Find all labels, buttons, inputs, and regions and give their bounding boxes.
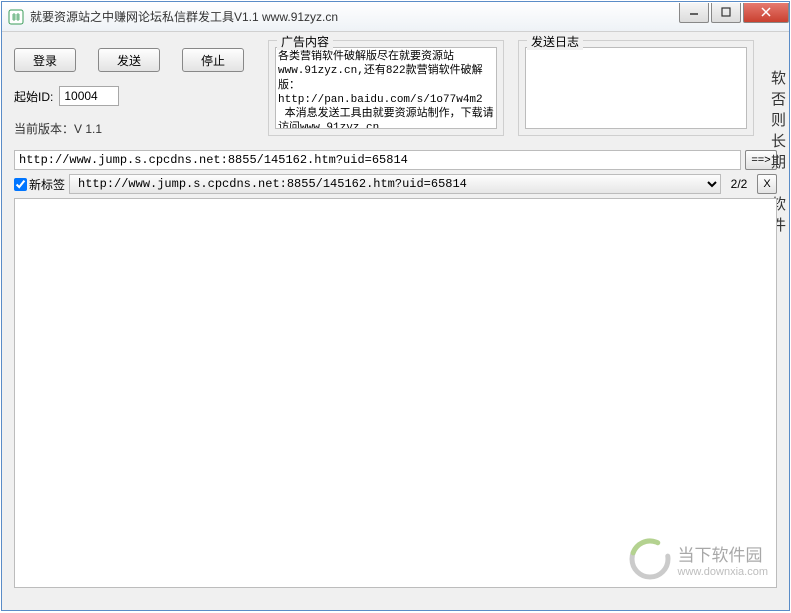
url-bar-row: ==> xyxy=(14,150,777,170)
send-button[interactable]: 发送 xyxy=(98,48,160,72)
top-panel: 登录 发送 停止 起始ID: 当前版本：V 1.1 广告内容 各类营销软件破解版… xyxy=(14,40,777,142)
version-label: 当前版本：V 1.1 xyxy=(14,120,254,137)
watermark-name: 当下软件园 xyxy=(678,541,768,566)
minimize-button[interactable] xyxy=(679,3,709,23)
browser-viewport[interactable]: 当下软件园 www.downxia.com xyxy=(14,198,777,588)
window-controls xyxy=(679,3,789,23)
new-tab-label: 新标签 xyxy=(29,176,65,193)
close-button[interactable] xyxy=(743,3,789,23)
watermark-logo-icon xyxy=(628,537,672,581)
ad-content-fieldset: 广告内容 各类营销软件破解版尽在就要资源站www.91zyz.cn,还有822款… xyxy=(268,40,504,136)
left-controls: 登录 发送 停止 起始ID: 当前版本：V 1.1 xyxy=(14,40,254,137)
watermark-url: www.downxia.com xyxy=(678,566,768,578)
new-tab-checkbox[interactable] xyxy=(14,178,27,191)
window-title: 就要资源站之中赚网论坛私信群发工具V1.1 www.91zyz.cn xyxy=(30,8,679,25)
url-input[interactable] xyxy=(14,150,741,170)
action-buttons: 登录 发送 停止 xyxy=(14,40,254,72)
send-log-label: 发送日志 xyxy=(527,33,583,50)
titlebar: 就要资源站之中赚网论坛私信群发工具V1.1 www.91zyz.cn xyxy=(2,2,789,32)
start-id-label: 起始ID: xyxy=(14,88,53,105)
content-area: 登录 发送 停止 起始ID: 当前版本：V 1.1 广告内容 各类营销软件破解版… xyxy=(2,32,789,610)
send-log-textarea[interactable] xyxy=(525,47,747,129)
start-id-row: 起始ID: xyxy=(14,86,254,106)
tab-select[interactable]: http://www.jump.s.cpcdns.net:8855/145162… xyxy=(69,174,721,194)
login-button[interactable]: 登录 xyxy=(14,48,76,72)
start-id-input[interactable] xyxy=(59,86,119,106)
tab-bar-row: 新标签 http://www.jump.s.cpcdns.net:8855/14… xyxy=(14,174,777,194)
new-tab-checkbox-wrap[interactable]: 新标签 xyxy=(14,176,65,193)
app-window: 就要资源站之中赚网论坛私信群发工具V1.1 www.91zyz.cn 登录 发送… xyxy=(1,1,790,611)
stop-button[interactable]: 停止 xyxy=(182,48,244,72)
maximize-button[interactable] xyxy=(711,3,741,23)
ad-content-label: 广告内容 xyxy=(277,33,333,50)
tab-count: 2/2 xyxy=(725,177,753,191)
send-log-fieldset: 发送日志 xyxy=(518,40,754,136)
watermark: 当下软件园 www.downxia.com xyxy=(628,537,768,581)
app-icon xyxy=(8,9,24,25)
ad-content-textarea[interactable]: 各类营销软件破解版尽在就要资源站www.91zyz.cn,还有822款营销软件破… xyxy=(275,47,497,129)
